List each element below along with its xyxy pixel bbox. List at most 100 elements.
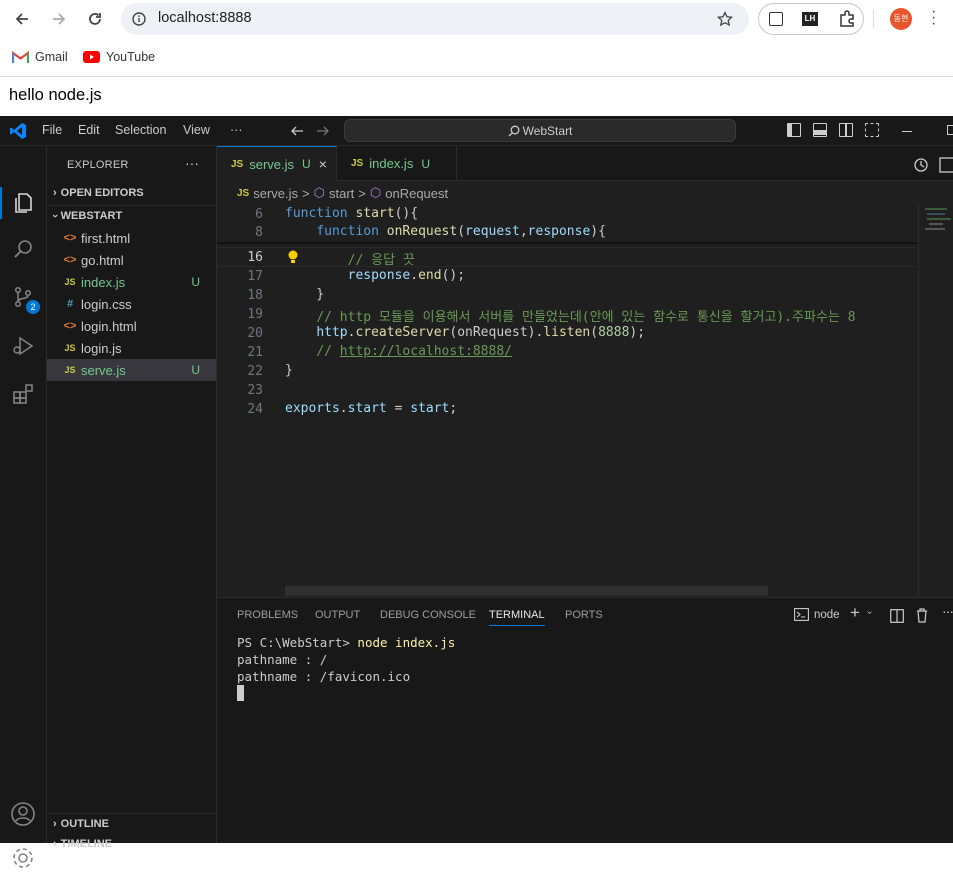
file-login-html[interactable]: <> login.html [47, 315, 216, 337]
terminal-line: pathname : /favicon.ico [237, 669, 411, 684]
lh-extension-icon[interactable]: LH [802, 12, 818, 26]
panel-more-icon[interactable]: ··· [942, 603, 953, 619]
menu-more[interactable]: ··· [230, 123, 243, 137]
nav-forward-icon[interactable] [316, 124, 330, 138]
extension-icon[interactable] [769, 12, 783, 26]
horizontal-scrollbar[interactable] [285, 586, 768, 596]
customize-layout-icon[interactable] [865, 123, 879, 137]
html-file-icon: <> [63, 254, 77, 266]
chrome-menu-icon[interactable]: · · · [931, 4, 936, 32]
bookmark-star-icon[interactable] [717, 11, 733, 27]
chevron-down-icon[interactable]: › [864, 611, 875, 614]
extensions-icon [13, 384, 33, 404]
back-button[interactable] [9, 6, 35, 32]
line-number: 21 [247, 345, 263, 360]
sticky-scroll-shadow [217, 242, 917, 244]
chevron-right-icon: › [53, 838, 57, 850]
panel-tab-terminal[interactable]: TERMINAL [489, 609, 545, 626]
line-number: 19 [247, 307, 263, 322]
panel-tab-debug-console[interactable]: DEBUG CONSOLE [380, 609, 476, 621]
explorer-more-actions[interactable]: ··· [185, 155, 199, 171]
new-terminal-icon[interactable]: + [850, 603, 860, 623]
section-divider [47, 205, 216, 206]
youtube-icon [83, 51, 100, 63]
profile-avatar[interactable]: 동현 [890, 8, 912, 30]
terminal-output[interactable]: PS C:\WebStart> node index.js pathname :… [237, 634, 455, 685]
command-center[interactable]: WebStart [344, 119, 736, 142]
workspace-folder-section[interactable]: › WEBSTART [49, 210, 123, 222]
panel-tab-ports[interactable]: PORTS [565, 609, 603, 621]
bookmark-gmail[interactable]: Gmail [12, 47, 68, 67]
timeline-history-icon[interactable] [913, 157, 929, 173]
file-first-html[interactable]: <> first.html [47, 227, 216, 249]
minimap[interactable] [918, 204, 953, 596]
section-label: OPEN EDITORS [60, 187, 144, 199]
menu-file[interactable]: File [42, 123, 62, 137]
run-debug-activity-button[interactable] [9, 332, 37, 360]
maximize-icon[interactable] [947, 125, 953, 135]
split-terminal-icon[interactable] [890, 609, 904, 623]
line-number: 24 [247, 402, 263, 417]
info-icon[interactable] [132, 12, 146, 26]
puzzle-extensions-icon[interactable] [838, 10, 856, 28]
toggle-secondary-sidebar-icon[interactable] [839, 123, 853, 137]
manage-activity-button[interactable] [9, 844, 37, 872]
file-index-js[interactable]: JS index.js U [47, 271, 216, 293]
breadcrumb-symbol-start[interactable]: start [329, 186, 354, 201]
js-file-icon: JS [64, 277, 76, 287]
toolbar-divider [873, 10, 874, 28]
bookmark-youtube[interactable]: YouTube [83, 47, 155, 67]
menu-edit[interactable]: Edit [78, 123, 100, 137]
terminal-selector[interactable]: node [794, 608, 840, 621]
open-editors-section[interactable]: › OPEN EDITORS [53, 187, 144, 199]
search-activity-button[interactable] [9, 235, 37, 263]
breadcrumb-file[interactable]: serve.js [253, 186, 298, 201]
tab-untracked-badge: U [302, 157, 311, 171]
source-control-badge: 2 [26, 300, 40, 314]
explorer-activity-button[interactable] [9, 189, 37, 217]
lightbulb-icon[interactable] [287, 250, 299, 264]
section-label: OUTLINE [60, 818, 109, 830]
js-file-icon: JS [237, 187, 250, 199]
tab-serve-js[interactable]: JS serve.js U × [217, 146, 337, 181]
extensions-activity-button[interactable] [9, 380, 37, 408]
menu-selection[interactable]: Selection [115, 123, 166, 137]
panel-tab-problems[interactable]: PROBLEMS [237, 609, 298, 621]
outline-section[interactable]: › OUTLINE [53, 818, 109, 830]
address-bar[interactable]: localhost:8888 [121, 3, 749, 35]
back-arrow-icon [15, 13, 28, 25]
cube-symbol-icon: ⬡ [313, 185, 325, 200]
file-go-html[interactable]: <> go.html [47, 249, 216, 271]
code-line: function onRequest(request,response){ [316, 224, 606, 239]
file-login-js[interactable]: JS login.js [47, 337, 216, 359]
section-label: WEBSTART [60, 210, 123, 222]
file-name: go.html [81, 252, 124, 268]
panel-tab-output[interactable]: OUTPUT [315, 609, 360, 621]
file-serve-js[interactable]: JS serve.js U [47, 359, 216, 381]
breadcrumb-symbol-onrequest[interactable]: onRequest [385, 186, 448, 201]
workspace-name: WebStart [522, 124, 573, 138]
explorer-title: EXPLORER [67, 159, 129, 171]
active-indicator [0, 187, 2, 219]
file-login-css[interactable]: # login.css [47, 293, 216, 315]
timeline-section[interactable]: › TIMELINE [53, 838, 112, 850]
close-icon[interactable]: × [319, 156, 327, 172]
tab-index-js[interactable]: JS index.js U [337, 146, 457, 181]
minimize-icon[interactable] [902, 131, 912, 132]
url-text[interactable]: localhost:8888 [158, 10, 252, 26]
browser-content-divider [0, 76, 953, 77]
trash-icon[interactable] [915, 608, 929, 623]
files-icon [15, 193, 32, 213]
compare-changes-icon[interactable] [939, 157, 953, 173]
code-line: function start(){ [285, 206, 419, 221]
forward-button[interactable] [46, 6, 72, 32]
reload-button[interactable] [82, 6, 108, 32]
search-icon [508, 125, 520, 137]
toggle-sidebar-icon[interactable] [787, 123, 801, 137]
nav-back-icon[interactable] [290, 124, 304, 138]
file-name: login.css [81, 296, 132, 312]
line-number: 23 [247, 383, 263, 398]
menu-view[interactable]: View [183, 123, 210, 137]
toggle-panel-icon[interactable] [813, 123, 827, 137]
accounts-activity-button[interactable] [9, 800, 37, 828]
